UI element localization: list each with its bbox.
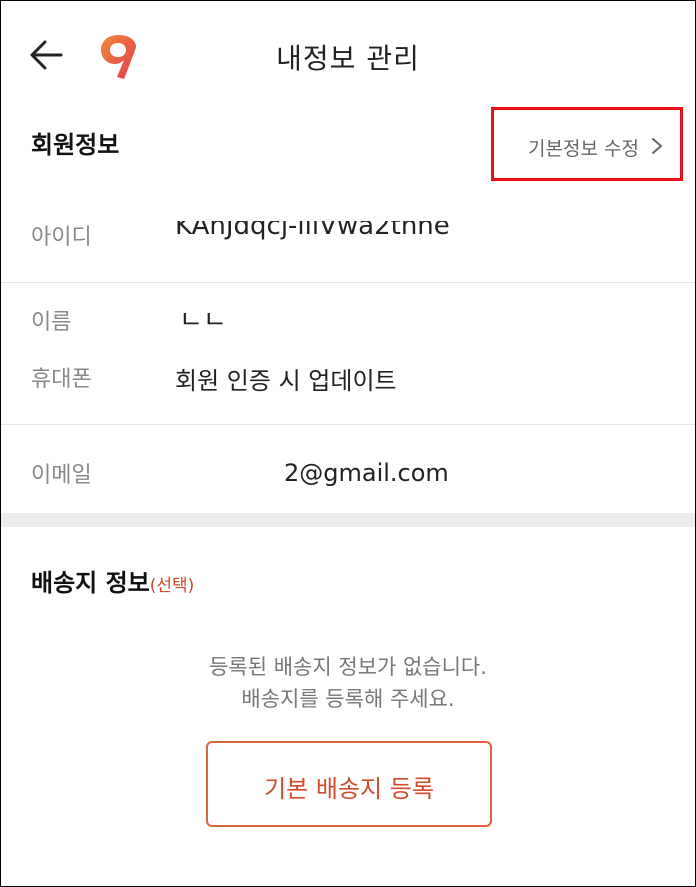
divider: [1, 424, 695, 425]
name-value-clip: ㄴㄴ: [179, 313, 239, 329]
edit-basic-info-label: 기본정보 수정: [528, 138, 639, 160]
shipping-title-label: 배송지 정보: [31, 569, 150, 597]
id-value-clip: KAhJdqcj-iiiVwa2thne: [175, 221, 455, 245]
phone-value: 회원 인증 시 업데이트: [175, 367, 397, 395]
chevron-right-icon: [652, 138, 662, 154]
empty-shipping-message-line1: 등록된 배송지 정보가 없습니다.: [209, 655, 487, 679]
id-label: 아이디: [31, 225, 92, 250]
shipping-info-title: 배송지 정보(선택): [31, 563, 194, 598]
email-label: 이메일: [31, 463, 92, 488]
phone-label: 휴대폰: [31, 367, 92, 392]
my-info-screen: 내정보 관리 회원정보 기본정보 수정 아이디 KAhJdqcj-iiiVwa2…: [0, 0, 696, 887]
app-header: 내정보 관리: [1, 1, 695, 105]
section-separator: [1, 513, 695, 527]
name-value: ㄴㄴ: [179, 313, 227, 329]
optional-label: (선택): [149, 576, 195, 596]
divider: [1, 282, 695, 283]
email-value: 2@gmail.com: [284, 459, 449, 487]
empty-shipping-message-line2: 배송지를 등록해 주세요.: [241, 687, 455, 711]
register-default-address-button[interactable]: 기본 배송지 등록: [206, 741, 492, 827]
id-value: KAhJdqcj-iiiVwa2thne: [175, 221, 450, 241]
edit-basic-info-button[interactable]: 기본정보 수정: [491, 107, 683, 181]
member-info-title: 회원정보: [31, 131, 120, 159]
name-label: 이름: [31, 310, 72, 335]
register-default-address-label: 기본 배송지 등록: [264, 775, 434, 803]
page-title: 내정보 관리: [276, 42, 420, 75]
